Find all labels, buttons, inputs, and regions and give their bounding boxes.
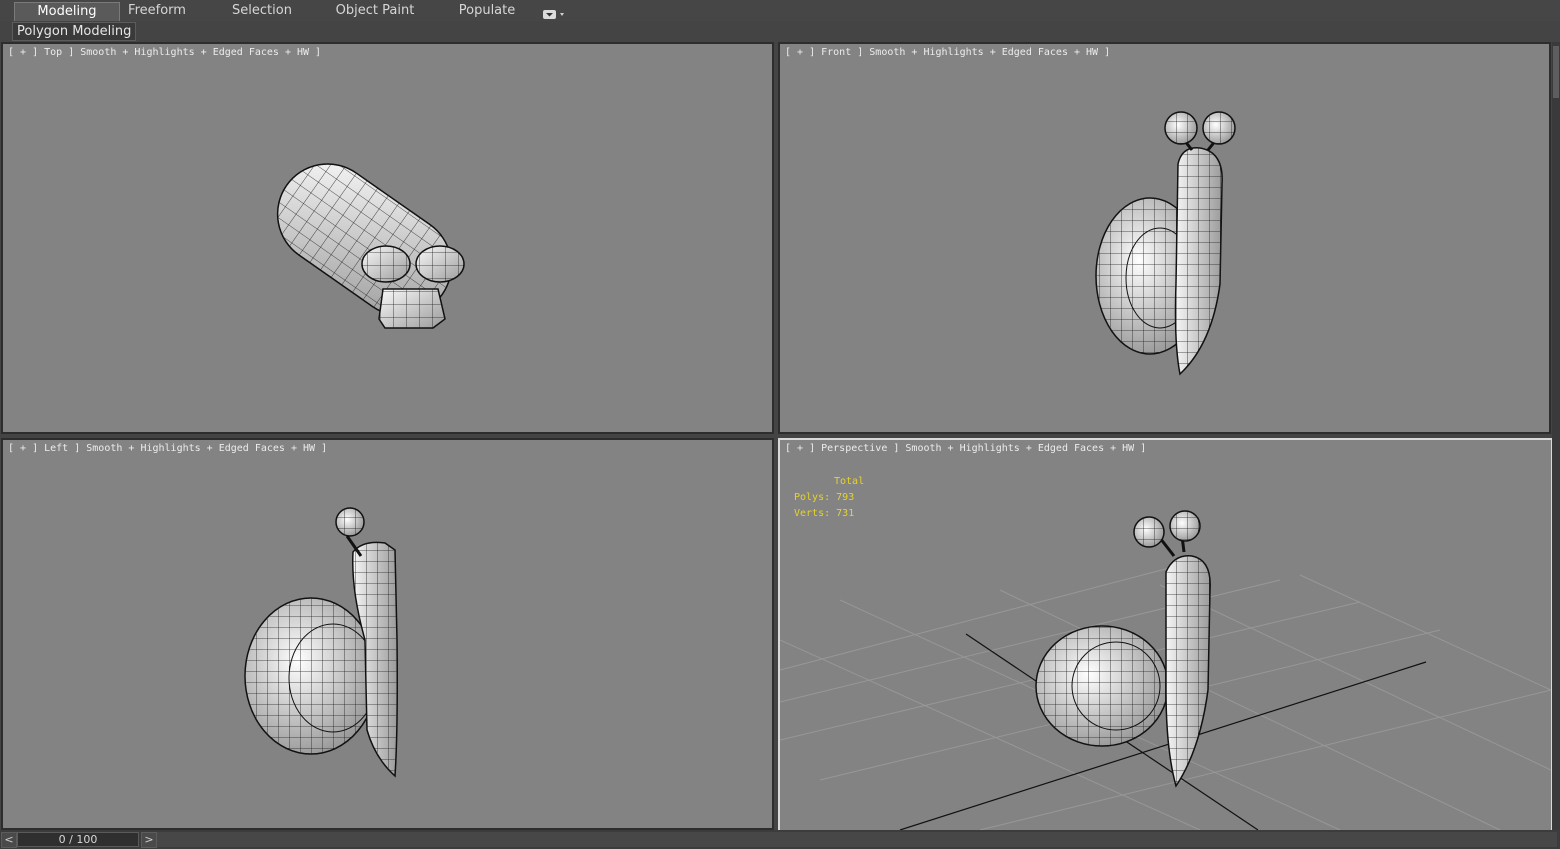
track-bar[interactable]	[157, 832, 1557, 847]
polygon-modeling-button[interactable]: Polygon Modeling	[12, 22, 137, 41]
viewport-perspective[interactable]: [ + ] Perspective ] Smooth + Highlights …	[778, 438, 1553, 832]
panel-options-icon[interactable]	[542, 5, 566, 19]
tab-freeform[interactable]: Freeform	[112, 2, 202, 20]
snail-front-view	[1095, 111, 1236, 376]
viewport-top[interactable]: [ + ] Top ] Smooth + Highlights + Edged …	[1, 42, 774, 434]
next-frame-button[interactable]: >	[141, 832, 157, 848]
tab-modeling[interactable]: Modeling	[14, 2, 120, 21]
previous-frame-button[interactable]: <	[1, 832, 17, 848]
time-slider: < 0 / 100 >	[0, 830, 1560, 849]
snail-left-view	[244, 507, 398, 778]
time-slider-track[interactable]: 0 / 100	[17, 832, 139, 847]
viewport-front[interactable]: [ + ] Front ] Smooth + Highlights + Edge…	[778, 42, 1551, 434]
tab-object-paint[interactable]: Object Paint	[328, 2, 422, 20]
ribbon-tab-bar: Modeling Freeform Selection Object Paint…	[0, 0, 1560, 22]
command-panel-scrollbar[interactable]	[1552, 42, 1560, 832]
snail-top-view	[276, 163, 465, 329]
snail-perspective-view	[780, 510, 1551, 830]
viewport-left[interactable]: [ + ] Left ] Smooth + Highlights + Edged…	[1, 438, 774, 830]
ribbon-panel-bar: Polygon Modeling	[0, 21, 1560, 41]
frame-counter: 0 / 100	[58, 833, 98, 846]
scrollbar-thumb[interactable]	[1553, 46, 1559, 98]
tab-selection[interactable]: Selection	[218, 2, 306, 20]
tab-populate[interactable]: Populate	[446, 2, 528, 20]
